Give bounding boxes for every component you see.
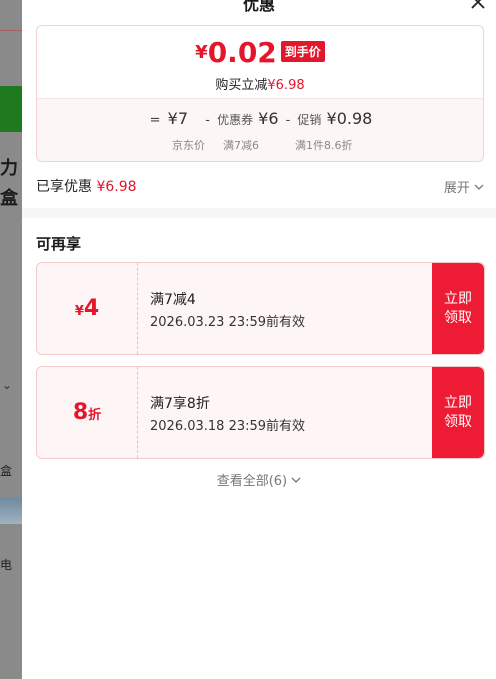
equals-sign: = — [149, 113, 161, 128]
price-breakdown: = ¥7 - 优惠券 ¥6 - 促销 ¥0.98 京东价 满7减6 满1件8.6… — [37, 98, 483, 161]
expand-button[interactable]: 展开 — [444, 177, 484, 196]
save-label: 购买立减 — [215, 78, 268, 93]
coupon-value-prefix: ¥ — [74, 304, 84, 319]
coupon-value-amount: 4 — [83, 296, 100, 321]
coupon-description: 满7减4 — [150, 292, 196, 308]
expand-label: 展开 — [443, 181, 470, 196]
save-summary: 购买立减¥6.98 — [37, 74, 483, 93]
coupon-value-amount: 8 — [72, 400, 89, 425]
enjoyed-discount: 已享优惠 ¥6.98 — [36, 176, 137, 196]
coupon-value: 8折 — [37, 367, 137, 458]
background-text-fragment: 盒 — [0, 464, 13, 478]
coupon-caption: 满7减6 — [223, 139, 259, 152]
final-price-badge: 到手价 — [280, 41, 325, 62]
background-page: 力 盒 ⌄ 盒 电 — [0, 0, 22, 679]
coupon-separator — [137, 263, 138, 354]
coupon-card: ¥4 满7减4 2026.03.23 23:59前有效 立即 领取 — [36, 262, 485, 355]
discount-sheet: 优惠 ¥0.02 到手价 购买立减¥6.98 = ¥7 - 优惠券 ¥6 - 促销… — [22, 0, 496, 679]
price-formula: = ¥7 - 优惠券 ¥6 - 促销 ¥0.98 — [37, 109, 483, 128]
coupon-separator — [137, 367, 138, 458]
claim-label-line: 领取 — [444, 413, 472, 430]
coupon-value: ¥6 — [258, 109, 279, 128]
background-text-fragment: 电 — [0, 558, 13, 572]
final-price-amount: 0.02 — [207, 36, 277, 69]
coupon-card: 8折 满7享8折 2026.03.18 23:59前有效 立即 领取 — [36, 366, 485, 459]
more-offers-title: 可再享 — [36, 235, 82, 253]
currency-symbol: ¥ — [195, 42, 208, 63]
coupon-description: 满7享8折 — [150, 396, 210, 412]
minus-sign: - — [205, 113, 210, 128]
final-price: ¥0.02 到手价 — [37, 36, 483, 69]
close-icon[interactable] — [468, 0, 488, 12]
background-image — [0, 498, 22, 524]
promo-label: 促销 — [297, 113, 322, 127]
final-price-card: ¥0.02 到手价 购买立减¥6.98 = ¥7 - 优惠券 ¥6 - 促销 ¥0… — [36, 25, 484, 162]
chevron-down-icon — [474, 184, 484, 190]
background-title-fragment: 力 — [0, 158, 18, 179]
enjoyed-amount: ¥6.98 — [96, 179, 137, 195]
promo-value: ¥0.98 — [326, 109, 373, 128]
save-amount: ¥6.98 — [267, 78, 305, 93]
background-title-fragment: 盒 — [0, 188, 18, 209]
coupon-value: ¥4 — [37, 263, 137, 354]
promo-caption: 满1件8.6折 — [295, 139, 353, 152]
background-banner — [0, 86, 22, 132]
coupon-label: 优惠券 — [217, 113, 254, 127]
chevron-down-icon: ⌄ — [2, 378, 13, 392]
coupon-validity: 2026.03.23 23:59前有效 — [150, 315, 306, 330]
base-price: ¥7 — [167, 109, 188, 128]
claim-coupon-button[interactable]: 立即 领取 — [432, 367, 484, 458]
section-divider — [22, 208, 496, 218]
background-divider — [0, 30, 22, 31]
view-all-label: 查看全部(6) — [216, 474, 288, 489]
enjoyed-label: 已享优惠 — [36, 179, 92, 195]
final-price-section: ¥0.02 到手价 购买立减¥6.98 — [37, 26, 483, 98]
claim-label-line: 领取 — [444, 309, 472, 326]
claim-label-line: 立即 — [444, 290, 472, 307]
sheet-title: 优惠 — [242, 0, 275, 14]
view-all-button[interactable]: 查看全部(6) — [22, 470, 496, 489]
chevron-down-icon — [291, 477, 301, 483]
coupon-value-suffix: 折 — [88, 408, 102, 423]
minus-sign: - — [285, 113, 291, 128]
base-price-caption: 京东价 — [172, 139, 205, 152]
claim-label-line: 立即 — [444, 394, 472, 411]
claim-coupon-button[interactable]: 立即 领取 — [432, 263, 484, 354]
coupon-validity: 2026.03.18 23:59前有效 — [150, 419, 306, 434]
